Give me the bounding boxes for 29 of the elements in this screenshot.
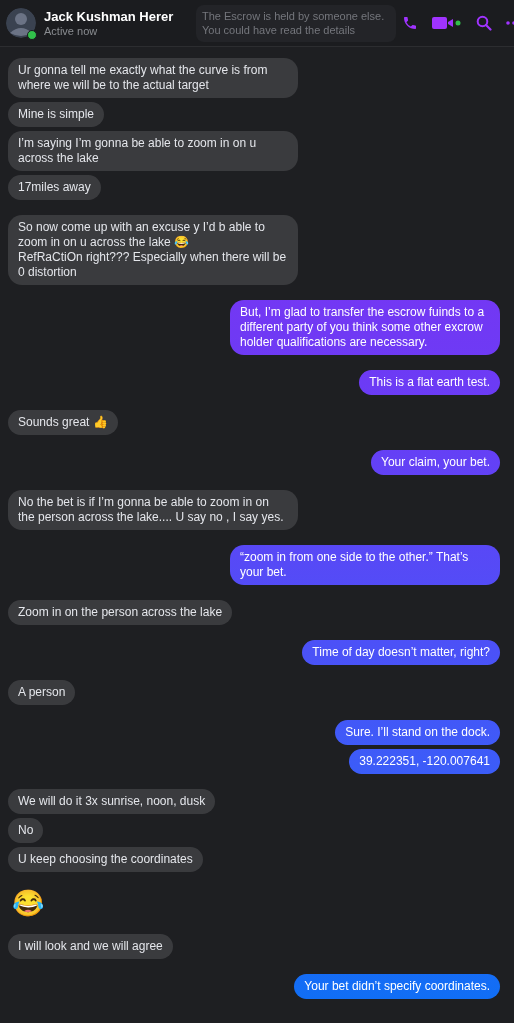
status-text: Active now [44, 25, 99, 37]
sent-message: But, I’m glad to transfer the escrow fuinds to a different party of you think some other excrow holder qualifications are necessary. [230, 300, 500, 355]
received-message: So now come up with an excuse y I’d b able to zoom in on u across the lake 😂 RefRaCtiOn right??? Especially when there will be 0 distortion [8, 215, 298, 285]
sent-message: Your claim, your bet. [371, 450, 500, 475]
received-message: Mine is simple [8, 102, 105, 127]
tooltip: The Escrow is held by someone else. You could have read the details [196, 5, 396, 42]
sent-message: 39.222351, -120.007641 [349, 749, 500, 774]
received-message: 17miles away [8, 175, 101, 200]
received-message: Ur gonna tell me exactly what the curve is from where we will be to the actual target [8, 58, 298, 98]
received-message: No [8, 818, 44, 843]
received-message: I’m saying I’m gonna be able to zoom in on u across the lake [8, 131, 298, 171]
received-message: A person [8, 680, 76, 705]
sent-message: This is a flat earth test. [359, 370, 500, 395]
received-message: No the bet is if I’m gonna be able to zoom in on the person across the lake.... U say no , I say yes. [8, 490, 298, 530]
sent-message: “zoom in from one side to the other.” That’s your bet. [230, 545, 500, 585]
sent-message: Sure. I’ll stand on the dock. [335, 720, 500, 745]
received-message: I will look and we will agree [8, 934, 173, 959]
phone-icon[interactable] [402, 15, 418, 31]
search-icon[interactable] [476, 15, 492, 31]
video-call-icon[interactable] [432, 15, 462, 31]
avatar[interactable] [6, 8, 36, 38]
received-message: Sounds great 👍 [8, 410, 118, 435]
received-message: We will do it 3x sunrise, noon, dusk [8, 789, 216, 814]
contact-name[interactable]: Jack Kushman Herer [44, 9, 174, 24]
received-message: Zoom in on the person across the lake [8, 600, 233, 625]
sent-message: Time of day doesn’t matter, right? [302, 640, 500, 665]
emoji-message: 😂 [11, 887, 45, 919]
sent-message: Your bet didn’t specify coordinates. [294, 974, 500, 999]
received-message: U keep choosing the coordinates [8, 847, 203, 872]
